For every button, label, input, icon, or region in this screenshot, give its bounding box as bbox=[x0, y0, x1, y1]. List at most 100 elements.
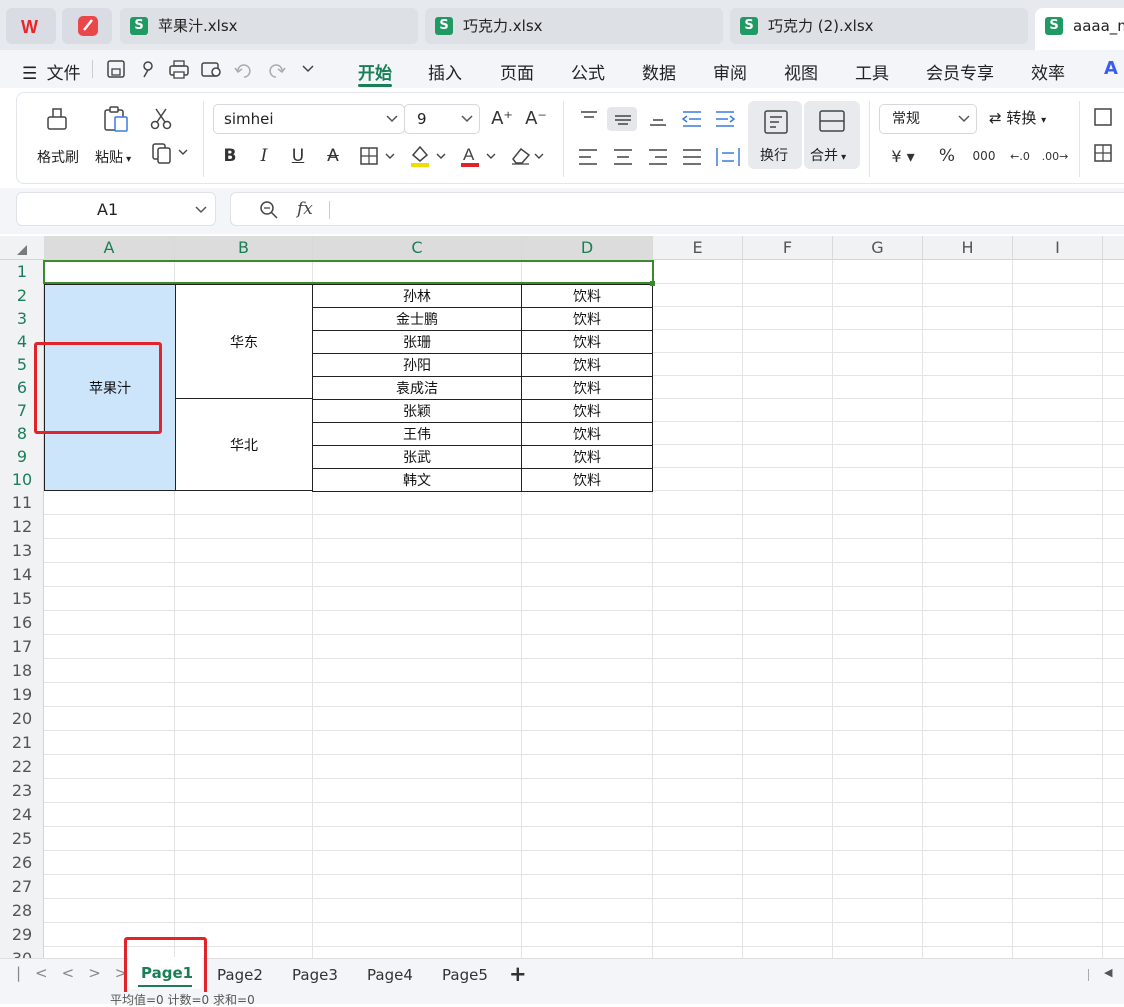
doc-tab-4-active[interactable]: S aaaa_m bbox=[1035, 8, 1124, 50]
align-center-icon[interactable] bbox=[614, 149, 632, 165]
column-header-d[interactable]: D bbox=[522, 236, 653, 260]
paste-button[interactable]: 粘贴 ▾ bbox=[95, 147, 131, 167]
insert-function-icon[interactable]: fx bbox=[297, 199, 313, 219]
row-header[interactable]: 10 bbox=[0, 468, 44, 491]
percent-format-icon[interactable]: % bbox=[935, 145, 959, 167]
row-header[interactable]: 30 bbox=[0, 947, 44, 958]
column-header-g[interactable]: G bbox=[833, 236, 923, 260]
row-header[interactable]: 23 bbox=[0, 779, 44, 803]
cell-name[interactable]: 王伟 bbox=[312, 422, 522, 446]
cell-name[interactable]: 袁成洁 bbox=[312, 376, 522, 400]
cell-name[interactable]: 张珊 bbox=[312, 330, 522, 354]
row-header[interactable]: 17 bbox=[0, 635, 44, 659]
paste-icon[interactable] bbox=[101, 105, 131, 133]
menu-tab-home[interactable]: 开始 bbox=[358, 59, 392, 84]
font-size-select[interactable]: 9 bbox=[404, 104, 480, 134]
cell-category[interactable]: 饮料 bbox=[521, 468, 653, 492]
row-header[interactable]: 29 bbox=[0, 923, 44, 947]
row-header[interactable]: 21 bbox=[0, 731, 44, 755]
row-header[interactable]: 9 bbox=[0, 445, 44, 468]
sheet-tab-page5[interactable]: Page5 bbox=[442, 966, 488, 984]
wps-home-tab[interactable]: W bbox=[6, 8, 56, 44]
row-header[interactable]: 26 bbox=[0, 851, 44, 875]
more-chevron-down-icon[interactable] bbox=[302, 65, 314, 73]
row-header[interactable]: 22 bbox=[0, 755, 44, 779]
row-header[interactable]: 24 bbox=[0, 803, 44, 827]
align-right-icon[interactable] bbox=[649, 149, 667, 165]
convert-button[interactable]: ⇄ 转换 ▾ bbox=[989, 107, 1046, 128]
align-bottom-icon[interactable] bbox=[650, 119, 666, 126]
row-header[interactable]: 2 bbox=[0, 284, 44, 307]
row-header[interactable]: 14 bbox=[0, 563, 44, 587]
cell-name[interactable]: 张武 bbox=[312, 445, 522, 469]
cell-name[interactable]: 孙林 bbox=[312, 284, 522, 308]
menu-tab-tools[interactable]: 工具 bbox=[855, 59, 889, 84]
font-name-select[interactable]: simhei bbox=[213, 104, 405, 134]
thousands-separator-icon[interactable]: 000 bbox=[971, 145, 997, 167]
column-header-h[interactable]: H bbox=[923, 236, 1013, 260]
clear-format-eraser-icon[interactable] bbox=[509, 143, 549, 169]
increase-decimal-icon[interactable]: ←.0 bbox=[1007, 145, 1033, 167]
scroll-left-icon[interactable]: ◀ bbox=[1104, 966, 1112, 979]
redo-icon[interactable] bbox=[269, 64, 286, 78]
doc-tab-1[interactable]: S 苹果汁.xlsx bbox=[120, 8, 418, 44]
next-sheet-icon[interactable]: > bbox=[88, 964, 115, 982]
align-left-icon[interactable] bbox=[579, 149, 597, 165]
column-header-c[interactable]: C bbox=[313, 236, 522, 260]
decrease-indent-icon[interactable] bbox=[681, 111, 701, 127]
distributed-align-icon[interactable] bbox=[716, 148, 740, 166]
cell-category[interactable]: 饮料 bbox=[521, 307, 653, 331]
row-header[interactable]: 15 bbox=[0, 587, 44, 611]
save-icon[interactable] bbox=[107, 60, 125, 78]
name-box[interactable]: A1 bbox=[16, 192, 216, 226]
prev-sheet-icon[interactable]: < bbox=[62, 964, 89, 982]
currency-format-icon[interactable]: ¥ ▾ bbox=[885, 145, 921, 167]
sheet-tab-page2[interactable]: Page2 bbox=[217, 966, 263, 984]
strikethrough-icon[interactable]: A bbox=[322, 145, 344, 167]
pdf-app-tab[interactable] bbox=[62, 8, 112, 44]
cell-category[interactable]: 饮料 bbox=[521, 284, 653, 308]
ai-assistant-icon[interactable]: A bbox=[1104, 58, 1124, 80]
select-all-corner-icon[interactable] bbox=[16, 244, 28, 256]
first-sheet-icon[interactable]: |< bbox=[16, 964, 62, 982]
conditional-format-icon[interactable] bbox=[1091, 107, 1121, 171]
fill-handle[interactable] bbox=[650, 281, 655, 286]
menu-tab-efficiency[interactable]: 效率 bbox=[1031, 59, 1065, 84]
undo-icon[interactable] bbox=[234, 64, 251, 78]
share-icon[interactable] bbox=[143, 61, 153, 78]
row-header[interactable]: 25 bbox=[0, 827, 44, 851]
row-header[interactable]: 20 bbox=[0, 707, 44, 731]
column-header-b[interactable]: B bbox=[175, 236, 313, 260]
cell-name[interactable]: 韩文 bbox=[312, 468, 522, 492]
fill-color-icon[interactable] bbox=[409, 143, 449, 169]
doc-tab-2[interactable]: S 巧克力.xlsx bbox=[425, 8, 723, 44]
row-header[interactable]: 12 bbox=[0, 515, 44, 539]
merge-cells-control[interactable]: 合并 ▾ bbox=[810, 145, 846, 165]
print-icon[interactable] bbox=[169, 60, 189, 79]
row-header[interactable]: 27 bbox=[0, 875, 44, 899]
active-cell-selection[interactable] bbox=[43, 260, 654, 284]
formula-input[interactable] bbox=[337, 195, 1117, 223]
file-menu[interactable]: ☰ 文件 bbox=[22, 59, 81, 84]
menu-tab-view[interactable]: 视图 bbox=[784, 59, 818, 84]
menu-tab-formula[interactable]: 公式 bbox=[571, 59, 605, 84]
font-color-icon[interactable]: A bbox=[459, 143, 499, 169]
column-header-a[interactable]: A bbox=[44, 236, 175, 260]
row-header[interactable]: 18 bbox=[0, 659, 44, 683]
row-header[interactable]: 28 bbox=[0, 899, 44, 923]
column-header-e[interactable]: E bbox=[653, 236, 743, 260]
bold-icon[interactable]: B bbox=[219, 145, 241, 167]
format-painter-icon[interactable] bbox=[43, 105, 71, 133]
menu-tab-review[interactable]: 审阅 bbox=[713, 59, 747, 84]
doc-tab-3[interactable]: S 巧克力 (2).xlsx bbox=[730, 8, 1028, 44]
add-sheet-icon[interactable]: + bbox=[509, 962, 527, 986]
menu-tab-member[interactable]: 会员专享 bbox=[926, 59, 994, 84]
row-header[interactable]: 16 bbox=[0, 611, 44, 635]
decrease-decimal-icon[interactable]: .00→ bbox=[1041, 145, 1069, 167]
column-header-i[interactable]: I bbox=[1013, 236, 1103, 260]
cell-name[interactable]: 孙阳 bbox=[312, 353, 522, 377]
menu-tab-data[interactable]: 数据 bbox=[642, 59, 676, 84]
cell-category[interactable]: 饮料 bbox=[521, 422, 653, 446]
align-top-icon[interactable] bbox=[581, 111, 597, 118]
column-header-f[interactable]: F bbox=[743, 236, 833, 260]
